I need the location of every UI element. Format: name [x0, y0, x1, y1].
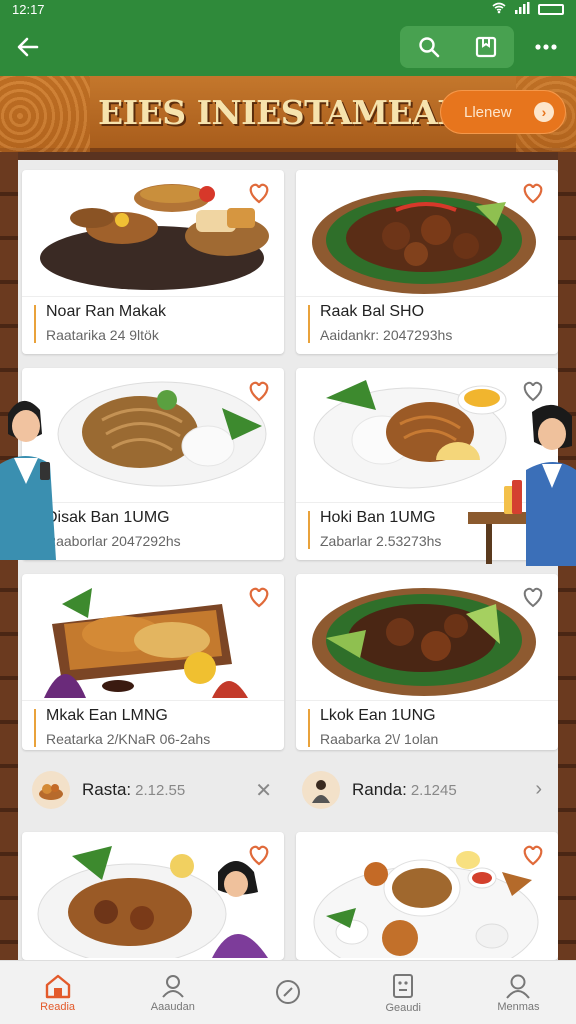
nav-item-home[interactable]: Readia — [0, 961, 115, 1024]
nav-item-profile[interactable]: Aaaudan — [115, 961, 230, 1024]
heart-icon[interactable] — [246, 378, 272, 404]
more-button[interactable] — [526, 27, 566, 67]
person-thumbnail — [302, 771, 340, 809]
nav-item-orders[interactable]: Geaudi — [346, 961, 461, 1024]
banner-title: EIES INIESTAMEAN — [98, 92, 467, 132]
sponsored-label: Randa: — [352, 780, 407, 799]
dish-name: Disak Ban 1UMG — [46, 509, 170, 526]
heart-icon[interactable] — [246, 842, 272, 868]
heart-icon[interactable] — [520, 180, 546, 206]
person-illustration — [468, 404, 576, 566]
dish-info: Lkok Ean 1UNG Raabarka 2\/ 1olan — [296, 700, 558, 750]
more-icon — [535, 44, 557, 50]
heart-icon[interactable] — [520, 842, 546, 868]
status-time: 12:17 — [12, 1, 45, 17]
search-icon — [418, 37, 439, 58]
dish-subtitle: Raatarika 24 9ltök — [46, 327, 159, 343]
promo-banner: EIES INIESTAMEAN Llenew › — [0, 76, 576, 152]
dish-image — [312, 588, 536, 696]
chevron-right-icon[interactable]: › — [535, 778, 542, 801]
back-button[interactable] — [10, 29, 46, 65]
dish-name: Noar Ran Makak — [46, 303, 167, 320]
dish-card[interactable]: Raak Bal SHO Aaidankr: 2047293hs — [296, 170, 558, 354]
dish-image — [313, 851, 539, 958]
dish-subtitle: Raabarka 2\/ 1olan — [320, 731, 439, 747]
user-icon — [506, 974, 531, 999]
dish-subtitle: Reatarka 2/KNaR 06-2ahs — [46, 731, 211, 747]
sponsored-item[interactable]: Rasta: 2.12.55 ✕ — [18, 758, 288, 822]
bottom-nav: Readia Aaaudan Geaudi Menmas — [0, 960, 576, 1024]
arrow-left-icon — [17, 37, 39, 57]
dish-name: Lkok Ean 1UNG — [320, 707, 436, 724]
dish-name: Mkak Ean LMNG — [46, 707, 168, 724]
sponsored-row: Rasta: 2.12.55 ✕ Randa: 2.1245 › — [18, 758, 558, 822]
dish-image — [44, 588, 248, 698]
dish-name: Raak Bal SHO — [320, 303, 425, 320]
dish-info: Raak Bal SHO Aaidankr: 2047293hs — [296, 296, 558, 354]
food-thumbnail — [32, 771, 70, 809]
wifi-icon — [492, 2, 506, 17]
compass-icon — [276, 979, 300, 1004]
banner-ornament — [0, 76, 90, 152]
heart-icon[interactable] — [246, 584, 272, 610]
dish-image — [40, 184, 269, 290]
dish-card[interactable]: Noar Ran Makak Raatarika 24 9ltök — [22, 170, 284, 354]
banner-button[interactable]: Llenew › — [440, 90, 566, 134]
profile-icon — [162, 974, 184, 998]
app-bar — [0, 18, 576, 76]
nav-label: Menmas — [497, 1000, 540, 1013]
close-icon[interactable]: ✕ — [255, 778, 272, 803]
receipt-icon — [393, 973, 414, 998]
sponsored-item[interactable]: Randa: 2.1245 › — [288, 758, 558, 822]
status-icons — [492, 1, 564, 17]
sponsored-value: 2.12.55 — [135, 781, 186, 799]
chevron-right-icon: › — [534, 102, 554, 122]
dish-image — [312, 190, 536, 294]
dish-image — [37, 846, 268, 958]
dish-info: Mkak Ean LMNG Reatarka 2/KNaR 06-2ahs — [22, 700, 284, 750]
sponsored-label: Rasta: — [82, 780, 132, 799]
heart-icon[interactable] — [246, 180, 272, 206]
nav-label: Readia — [40, 1000, 76, 1013]
action-group — [400, 26, 514, 68]
dish-card[interactable] — [22, 832, 284, 960]
banner-button-label: Llenew — [464, 103, 512, 121]
nav-label: Geaudi — [385, 1001, 421, 1014]
dish-subtitle: Aaidankr: 2047293hs — [320, 327, 453, 343]
person-illustration — [0, 400, 56, 560]
bookmark-icon — [475, 36, 496, 58]
sponsored-value: 2.1245 — [410, 781, 457, 799]
nav-item-explore[interactable] — [230, 961, 345, 1024]
nav-item-account[interactable]: Menmas — [461, 961, 576, 1024]
bookmark-button[interactable] — [466, 27, 506, 67]
signal-icon — [514, 1, 530, 17]
dish-subtitle: Raaborlar 2047292hs — [46, 533, 181, 549]
heart-icon[interactable] — [520, 584, 546, 610]
dish-card[interactable]: Lkok Ean 1UNG Raabarka 2\/ 1olan — [296, 574, 558, 750]
dish-card[interactable]: Mkak Ean LMNG Reatarka 2/KNaR 06-2ahs — [22, 574, 284, 750]
home-icon — [45, 974, 70, 998]
nav-label: Aaaudan — [150, 1000, 195, 1013]
status-bar: 12:17 — [0, 0, 576, 18]
search-button[interactable] — [409, 27, 449, 67]
battery-icon — [538, 3, 564, 15]
dish-info: Noar Ran Makak Raatarika 24 9ltök — [22, 296, 284, 354]
dish-card[interactable] — [296, 832, 558, 960]
